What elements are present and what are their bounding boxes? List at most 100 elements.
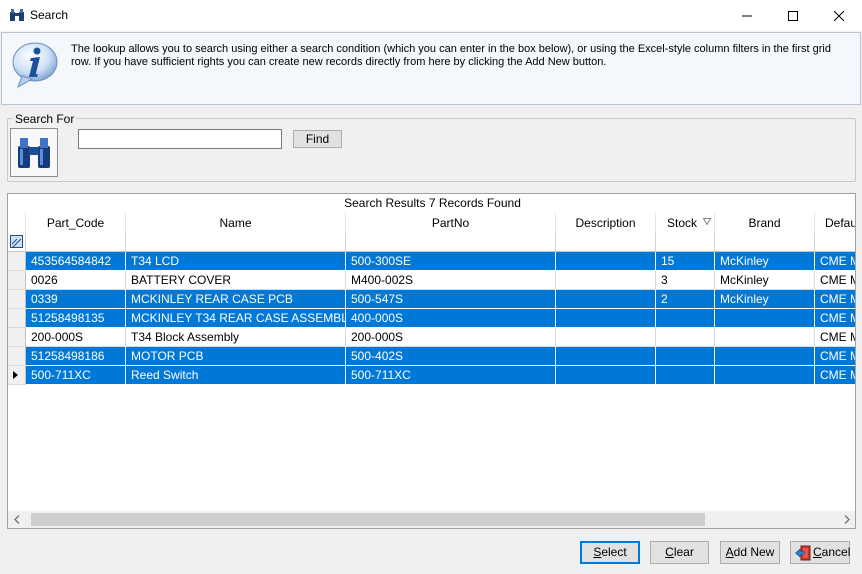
cell-name[interactable]: T34 Block Assembly <box>126 328 346 347</box>
cell-partno[interactable]: 500-402S <box>346 347 556 366</box>
scroll-thumb[interactable] <box>31 513 705 526</box>
column-header-default[interactable]: Defaul <box>815 213 855 233</box>
cell-partno[interactable]: 400-000S <box>346 309 556 328</box>
cell-description[interactable] <box>556 366 656 385</box>
cell-partno[interactable]: 500-300SE <box>346 252 556 271</box>
cell-part-code[interactable]: 453564584842 <box>26 252 126 271</box>
maximize-button[interactable] <box>770 0 816 31</box>
column-header-stock[interactable]: Stock <box>656 213 715 233</box>
cell-stock[interactable] <box>656 328 715 347</box>
row-header[interactable] <box>8 309 26 328</box>
table-row[interactable]: 200-000S T34 Block Assembly 200-000S CME M <box>8 328 855 347</box>
cell-brand[interactable] <box>715 328 815 347</box>
cell-default[interactable]: CME M <box>815 328 855 347</box>
cell-name[interactable]: T34 LCD <box>126 252 346 271</box>
table-row[interactable]: 51258498186 MOTOR PCB 500-402S CME M <box>8 347 855 366</box>
cell-stock[interactable]: 2 <box>656 290 715 309</box>
cell-partno[interactable]: 500-547S <box>346 290 556 309</box>
column-header-part-code[interactable]: Part_Code <box>26 213 126 233</box>
cancel-button-mnemonic: C <box>813 545 822 559</box>
find-button[interactable]: Find <box>293 130 342 148</box>
filter-cell-stock[interactable] <box>656 233 715 252</box>
cell-brand[interactable] <box>715 309 815 328</box>
cell-stock[interactable] <box>656 309 715 328</box>
table-row[interactable]: 0026 BATTERY COVER M400-002S 3 McKinley CME M <box>8 271 855 290</box>
cell-part-code[interactable]: 0339 <box>26 290 126 309</box>
cell-brand[interactable]: McKinley <box>715 290 815 309</box>
filter-cell-brand[interactable] <box>715 233 815 252</box>
cell-default[interactable]: CME M <box>815 271 855 290</box>
search-for-group: Search For <box>7 112 856 182</box>
column-header-brand[interactable]: Brand <box>715 213 815 233</box>
filter-cell-description[interactable] <box>556 233 656 252</box>
search-input[interactable] <box>78 129 282 149</box>
minimize-button[interactable] <box>724 0 770 31</box>
cell-partno[interactable]: 500-711XC <box>346 366 556 385</box>
cell-name[interactable]: Reed Switch <box>126 366 346 385</box>
cell-name[interactable]: MCKINLEY REAR CASE PCB <box>126 290 346 309</box>
close-icon <box>834 10 844 21</box>
cell-part-code[interactable]: 500-711XC <box>26 366 126 385</box>
cell-default[interactable]: CME M <box>815 290 855 309</box>
search-binoculars-icon <box>10 128 58 177</box>
cell-stock[interactable] <box>656 347 715 366</box>
cell-partno[interactable]: 200-000S <box>346 328 556 347</box>
cell-description[interactable] <box>556 347 656 366</box>
table-row[interactable]: 453564584842 T34 LCD 500-300SE 15 McKinley CM… <box>8 252 855 271</box>
table-row[interactable]: 500-711XC Reed Switch 500-711XC CME M <box>8 366 855 385</box>
filter-cell-partno[interactable] <box>346 233 556 252</box>
scroll-left-button[interactable] <box>8 511 25 528</box>
horizontal-scrollbar[interactable] <box>8 511 855 528</box>
cell-stock[interactable] <box>656 366 715 385</box>
select-button[interactable]: Select <box>580 541 640 564</box>
cell-stock[interactable]: 15 <box>656 252 715 271</box>
table-row[interactable]: 0339 MCKINLEY REAR CASE PCB 500-547S 2 McKin… <box>8 290 855 309</box>
cell-part-code[interactable]: 200-000S <box>26 328 126 347</box>
cell-default[interactable]: CME M <box>815 252 855 271</box>
cell-description[interactable] <box>556 309 656 328</box>
filter-cell-default[interactable] <box>815 233 855 252</box>
cell-name[interactable]: MOTOR PCB <box>126 347 346 366</box>
clear-button[interactable]: Clear <box>650 541 709 564</box>
add-new-button[interactable]: Add New <box>720 541 780 564</box>
cancel-button[interactable]: Cancel <box>790 541 850 564</box>
cell-default[interactable]: CME M <box>815 309 855 328</box>
row-header[interactable] <box>8 328 26 347</box>
cell-brand[interactable]: McKinley <box>715 252 815 271</box>
close-button[interactable] <box>816 0 862 31</box>
results-grid[interactable]: Search Results 7 Records Found Part_Code… <box>7 193 856 529</box>
cell-description[interactable] <box>556 252 656 271</box>
row-header-corner <box>8 213 26 233</box>
row-header[interactable] <box>8 347 26 366</box>
row-header[interactable] <box>8 290 26 309</box>
cell-description[interactable] <box>556 271 656 290</box>
cell-part-code[interactable]: 0026 <box>26 271 126 290</box>
column-header-partno[interactable]: PartNo <box>346 213 556 233</box>
cell-brand[interactable] <box>715 347 815 366</box>
column-header-name[interactable]: Name <box>126 213 346 233</box>
cell-default[interactable]: CME M <box>815 366 855 385</box>
binoculars-icon <box>18 137 50 168</box>
row-header[interactable] <box>8 252 26 271</box>
cell-stock[interactable]: 3 <box>656 271 715 290</box>
row-header[interactable] <box>8 366 26 385</box>
row-header[interactable] <box>8 271 26 290</box>
cell-brand[interactable]: McKinley <box>715 271 815 290</box>
cell-part-code[interactable]: 51258498135 <box>26 309 126 328</box>
filter-cell-name[interactable] <box>126 233 346 252</box>
cell-name[interactable]: MCKINLEY T34 REAR CASE ASSEMBL <box>126 309 346 328</box>
scroll-right-button[interactable] <box>838 511 855 528</box>
cell-description[interactable] <box>556 328 656 347</box>
cell-brand[interactable] <box>715 366 815 385</box>
cell-name[interactable]: BATTERY COVER <box>126 271 346 290</box>
cell-description[interactable] <box>556 290 656 309</box>
filter-row-header[interactable] <box>8 233 26 252</box>
binoculars-icon <box>10 9 24 21</box>
table-row[interactable]: 51258498135 MCKINLEY T34 REAR CASE ASSEMB… <box>8 309 855 328</box>
column-header-description[interactable]: Description <box>556 213 656 233</box>
info-icon <box>12 42 58 89</box>
filter-cell-part-code[interactable] <box>26 233 126 252</box>
cell-partno[interactable]: M400-002S <box>346 271 556 290</box>
cell-default[interactable]: CME M <box>815 347 855 366</box>
cell-part-code[interactable]: 51258498186 <box>26 347 126 366</box>
